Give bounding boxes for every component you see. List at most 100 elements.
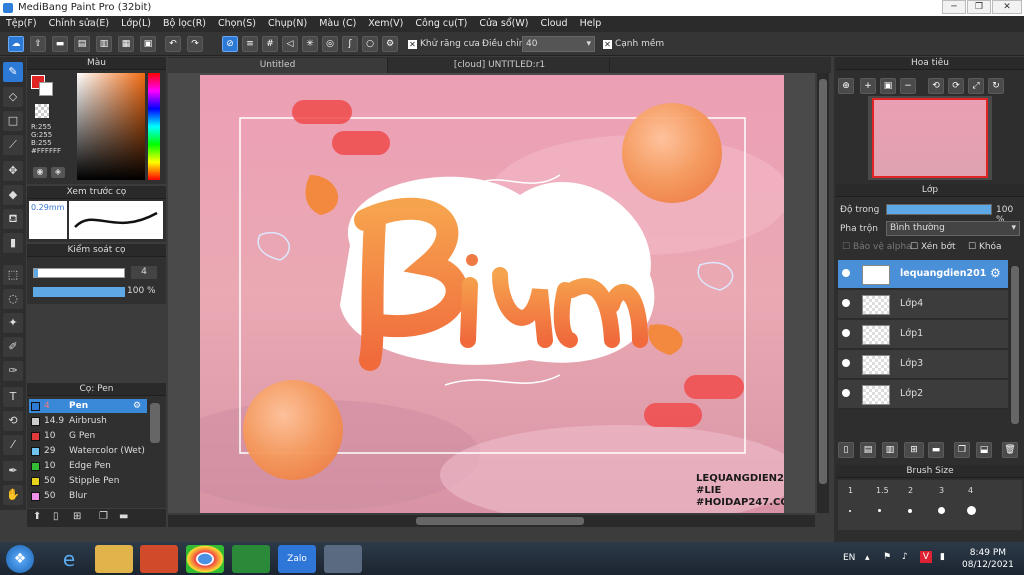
hand-tool-icon[interactable]: ✋ [3,485,23,505]
brush-list-item[interactable]: 4 Pen ⚙ [29,399,147,413]
brush-list-item[interactable]: 29 Watercolor (Wet) [29,444,147,458]
color-picker-icon[interactable]: ◈ [51,167,65,178]
select-tool-icon[interactable]: ⬚ [3,265,23,285]
zoom-out-icon[interactable]: − [900,78,916,94]
brush-list-item[interactable]: 14.9 Airbrush [29,414,147,428]
coccoc-icon[interactable] [232,545,270,573]
zoom-fit-icon[interactable]: ⊕ [838,78,854,94]
new-halftone-layer-icon[interactable]: ▤ [860,442,876,458]
rotate-right-icon[interactable]: ↻ [988,78,1004,94]
snap-perspective-icon[interactable]: ◁ [282,36,298,52]
menu-help[interactable]: Help [574,16,608,32]
new-1bit-layer-icon[interactable]: ▥ [882,442,898,458]
brush-size-1[interactable]: 1 [848,486,853,495]
brush-list-scrollbar[interactable] [150,403,160,443]
menu-tools[interactable]: Công cụ(T) [409,16,473,32]
menu-view[interactable]: Xem(V) [362,16,409,32]
select-eraser-icon[interactable]: ✑ [3,361,23,381]
zalo-icon[interactable]: Zalo [278,545,316,573]
layer-row[interactable]: Lớp1 [838,320,1008,349]
layer-folder-icon[interactable]: ▬ [928,442,944,458]
snap-off-icon[interactable]: ⊘ [222,36,238,52]
cloud-icon[interactable]: ☁ [8,36,24,52]
navigator-preview[interactable] [868,96,992,180]
operation-tool-icon[interactable]: ⟲ [3,411,23,431]
layer-row[interactable]: Lớp2 [838,380,1008,409]
eraser-tool-icon[interactable]: ◇ [3,87,23,107]
soft-edge-checkbox[interactable]: ✕ [603,40,612,49]
frame-icon[interactable]: ▣ [140,36,156,52]
lock-checkbox[interactable]: ☐ Khóa [968,242,1002,252]
layer-visibility-icon[interactable] [842,299,850,307]
brush-size-value[interactable]: 4 [131,266,157,279]
zoom-actual-icon[interactable]: ▣ [880,78,896,94]
brush-size-1-5[interactable]: 1.5 [876,486,889,495]
brush-settings-icon[interactable]: ⚙ [133,399,141,413]
explorer-icon[interactable] [95,545,133,573]
correction-select[interactable]: 40 ▾ [522,36,595,52]
layer-scrollbar[interactable] [1010,266,1020,424]
close-button[interactable]: ✕ [992,0,1022,14]
lasso-tool-icon[interactable]: ◌ [3,289,23,309]
menu-color[interactable]: Màu (C) [313,16,362,32]
snap-ellipse-icon[interactable]: ○ [362,36,378,52]
clock[interactable]: 8:49 PM 08/12/2021 [962,547,1014,571]
brush-list-item[interactable]: 10 Edge Pen [29,459,147,473]
media-icon[interactable] [140,545,178,573]
add-layer-menu-icon[interactable]: ⊞ [904,442,924,458]
ie-icon[interactable]: e [50,545,88,573]
brush-size-slider[interactable] [33,268,125,278]
snap-settings-icon[interactable]: ⚙ [382,36,398,52]
brush-add-icon[interactable]: ⊞ [73,511,81,522]
brush-size-4[interactable]: 4 [968,486,973,495]
layer-visibility-icon[interactable] [842,269,850,277]
pen-tool-icon[interactable]: ✒ [3,461,23,481]
brush-size-3[interactable]: 3 [939,486,944,495]
undo-icon[interactable]: ↶ [165,36,181,52]
tab-untitled[interactable]: Untitled [168,58,388,73]
rect-tool-icon[interactable]: □ [3,111,23,131]
tray-v-icon[interactable]: V [920,551,932,563]
zoom-in-icon[interactable]: + [860,78,876,94]
magic-wand-icon[interactable]: ✦ [3,313,23,333]
fit-screen-icon[interactable]: ⤢ [968,78,984,94]
vertical-scrollbar[interactable] [817,73,829,513]
artwork-canvas[interactable]: LEQUANGDIEN201 #LIE #HOIDAP247.COM [200,75,784,513]
menu-layer[interactable]: Lớp(L) [115,16,157,32]
grid-icon[interactable]: ▦ [118,36,134,52]
brush-list-item[interactable]: 50 Blur [29,489,147,503]
layer-settings-icon[interactable]: ⚙ [990,266,1001,280]
tray-volume-icon[interactable]: ♪ [902,552,908,562]
chrome-icon[interactable] [186,545,224,573]
snap-radial-icon[interactable]: ✳ [302,36,318,52]
layer-visibility-icon[interactable] [842,329,850,337]
redo-icon[interactable]: ↷ [187,36,203,52]
duplicate-layer-icon[interactable]: ❐ [954,442,970,458]
comment-icon[interactable]: ▬ [52,36,68,52]
menu-window[interactable]: Cửa sổ(W) [473,16,534,32]
text-tool-icon[interactable]: T [3,387,23,407]
snap-grid-icon[interactable]: # [262,36,278,52]
fill-tool-icon[interactable]: ◆ [3,185,23,205]
minimize-button[interactable]: ─ [942,0,966,14]
medibang-taskbar-icon[interactable] [324,545,362,573]
menu-cloud[interactable]: Cloud [534,16,573,32]
brush-copy-icon[interactable]: ❐ [99,511,108,522]
brush-new-icon[interactable]: ▯ [53,511,59,522]
document-icon[interactable]: ▥ [96,36,112,52]
layer-opacity-slider[interactable] [886,204,992,215]
hue-slider[interactable] [148,73,160,180]
tab-cloud-untitled[interactable]: [cloud] UNTITLED:r1 [390,58,610,73]
brush-opacity-slider[interactable] [33,287,125,297]
clipping-checkbox[interactable]: ☐ Xén bớt [910,242,956,252]
move-tool-icon[interactable]: ✥ [3,161,23,181]
menu-filter[interactable]: Bộ lọc(R) [157,16,212,32]
layer-row[interactable]: Lớp4 [838,290,1008,319]
rotate-left-icon[interactable]: ⟲ [928,78,944,94]
background-color-swatch[interactable] [39,82,53,96]
snap-circle-icon[interactable]: ◎ [322,36,338,52]
snap-parallel-icon[interactable]: ≡ [242,36,258,52]
menu-edit[interactable]: Chỉnh sửa(E) [43,16,116,32]
brush-tool-icon[interactable]: ✎ [3,62,23,82]
bucket-tool-icon[interactable]: ⛾ [3,209,23,229]
